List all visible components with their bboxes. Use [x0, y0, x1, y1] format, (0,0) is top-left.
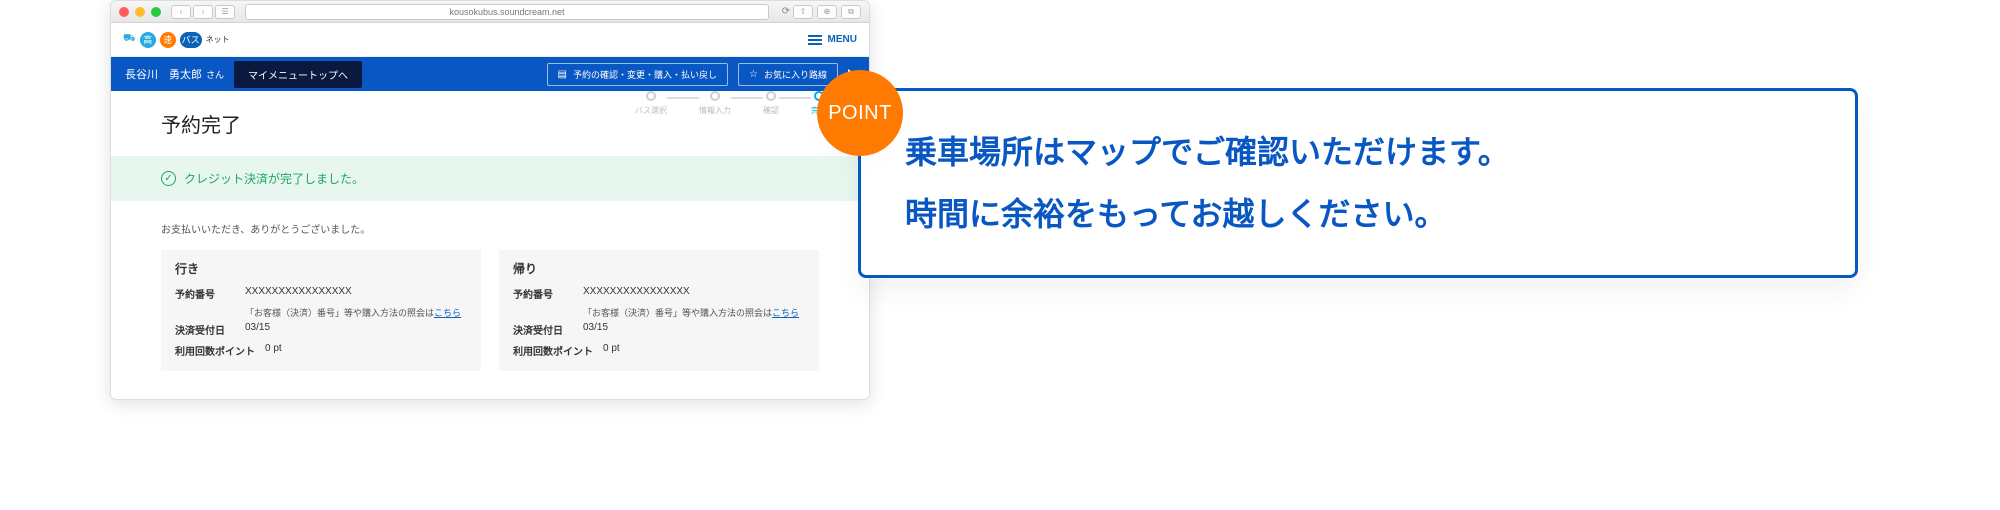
point-callout: 乗車場所はマップでご確認いただけます。 時間に余裕をもってお越しください。	[858, 88, 1858, 278]
thanks-text: お支払いいただき、ありがとうございました。	[161, 221, 819, 236]
booking-number-label: 予約番号	[175, 286, 235, 301]
points-value: 0 pt	[603, 343, 805, 354]
hamburger-icon	[808, 35, 822, 45]
reservation-cards: 行き 予約番号 XXXXXXXXXXXXXXXX 「お客様（決済）番号」等や購入…	[161, 250, 819, 371]
site-header: ⛟ 高 速 バス ネット MENU	[111, 23, 869, 57]
step-bus-select: バス選択	[635, 91, 667, 116]
callout-line-1: 乗車場所はマップでご確認いただけます。	[905, 128, 1811, 176]
point-badge: POINT	[817, 70, 903, 156]
settlement-date-label: 決済受付日	[513, 322, 573, 337]
points-label: 利用回数ポイント	[175, 343, 255, 358]
star-icon: ☆	[749, 69, 758, 80]
purchase-info-link[interactable]: こちら	[434, 308, 461, 318]
site-logo[interactable]: ⛟ 高 速 バス ネット	[123, 32, 230, 48]
share-button[interactable]: ⇧	[793, 5, 813, 19]
logo-bubble-1: 高	[140, 32, 156, 48]
user-name: 長谷川 勇太郎 さん	[125, 66, 224, 82]
favorite-routes-button[interactable]: ☆ お気に入り路線	[738, 63, 838, 86]
purchase-note: 「お客様（決済）番号」等や購入方法の照会は	[245, 308, 434, 318]
browser-titlebar: ‹ › ☰ kousokubus.soundcream.net ⟳ ⇧ ⊕ ⧉	[111, 1, 869, 23]
zoom-icon[interactable]	[151, 7, 161, 17]
downloads-button[interactable]: ⊕	[817, 5, 837, 19]
logo-bubble-2: 速	[160, 32, 176, 48]
success-text: クレジット決済が完了しました。	[184, 170, 364, 187]
sidebar-button[interactable]: ☰	[215, 5, 235, 19]
purchase-info-link[interactable]: こちら	[772, 308, 799, 318]
outbound-title: 行き	[175, 260, 467, 277]
inbound-title: 帰り	[513, 260, 805, 277]
document-icon: ▤	[558, 69, 567, 80]
settlement-date-value: 03/15	[583, 322, 805, 333]
browser-window: ‹ › ☰ kousokubus.soundcream.net ⟳ ⇧ ⊕ ⧉ …	[110, 0, 870, 400]
mymenu-top-button[interactable]: マイメニュートップへ	[234, 61, 362, 88]
user-bar: 長谷川 勇太郎 さん マイメニュートップへ ▤ 予約の確認・変更・購入・払い戻し…	[111, 57, 869, 91]
settlement-date-label: 決済受付日	[175, 322, 235, 337]
step-info: 情報入力	[699, 91, 731, 116]
booking-number-value: XXXXXXXXXXXXXXXX	[245, 286, 467, 297]
back-button[interactable]: ‹	[171, 5, 191, 19]
main-content: 予約完了 ✓ クレジット決済が完了しました。 お支払いいただき、ありがとうござい…	[111, 91, 869, 371]
callout-line-2: 時間に余裕をもってお越しください。	[905, 190, 1811, 238]
minimize-icon[interactable]	[135, 7, 145, 17]
purchase-note: 「お客様（決済）番号」等や購入方法の照会は	[583, 308, 772, 318]
settlement-date-value: 03/15	[245, 322, 467, 333]
site-viewport: ⛟ 高 速 バス ネット MENU 長谷川 勇太郎 さん マイメニュートップへ …	[111, 23, 869, 399]
progress-stepper: バス選択 情報入力 確認 完了	[635, 91, 827, 116]
outbound-card: 行き 予約番号 XXXXXXXXXXXXXXXX 「お客様（決済）番号」等や購入…	[161, 250, 481, 371]
logo-sub: ネット	[206, 34, 230, 45]
inbound-card: 帰り 予約番号 XXXXXXXXXXXXXXXX 「お客様（決済）番号」等や購入…	[499, 250, 819, 371]
reservation-actions-button[interactable]: ▤ 予約の確認・変更・購入・払い戻し	[547, 63, 728, 86]
browser-right-buttons: ⇧ ⊕ ⧉	[793, 5, 861, 19]
step-confirm: 確認	[763, 91, 779, 116]
points-value: 0 pt	[265, 343, 467, 354]
points-label: 利用回数ポイント	[513, 343, 593, 358]
browser-nav-buttons: ‹ › ☰	[171, 5, 235, 19]
check-circle-icon: ✓	[161, 171, 176, 186]
close-icon[interactable]	[119, 7, 129, 17]
reload-icon[interactable]: ⟳	[779, 6, 793, 17]
tabs-button[interactable]: ⧉	[841, 5, 861, 19]
menu-label: MENU	[828, 34, 857, 45]
logo-bubble-3: バス	[180, 32, 202, 48]
url-bar[interactable]: kousokubus.soundcream.net	[245, 4, 769, 20]
success-banner: ✓ クレジット決済が完了しました。	[111, 156, 869, 201]
window-controls	[119, 7, 161, 17]
booking-number-value: XXXXXXXXXXXXXXXX	[583, 286, 805, 297]
forward-button[interactable]: ›	[193, 5, 213, 19]
booking-number-label: 予約番号	[513, 286, 573, 301]
menu-button[interactable]: MENU	[808, 34, 857, 45]
